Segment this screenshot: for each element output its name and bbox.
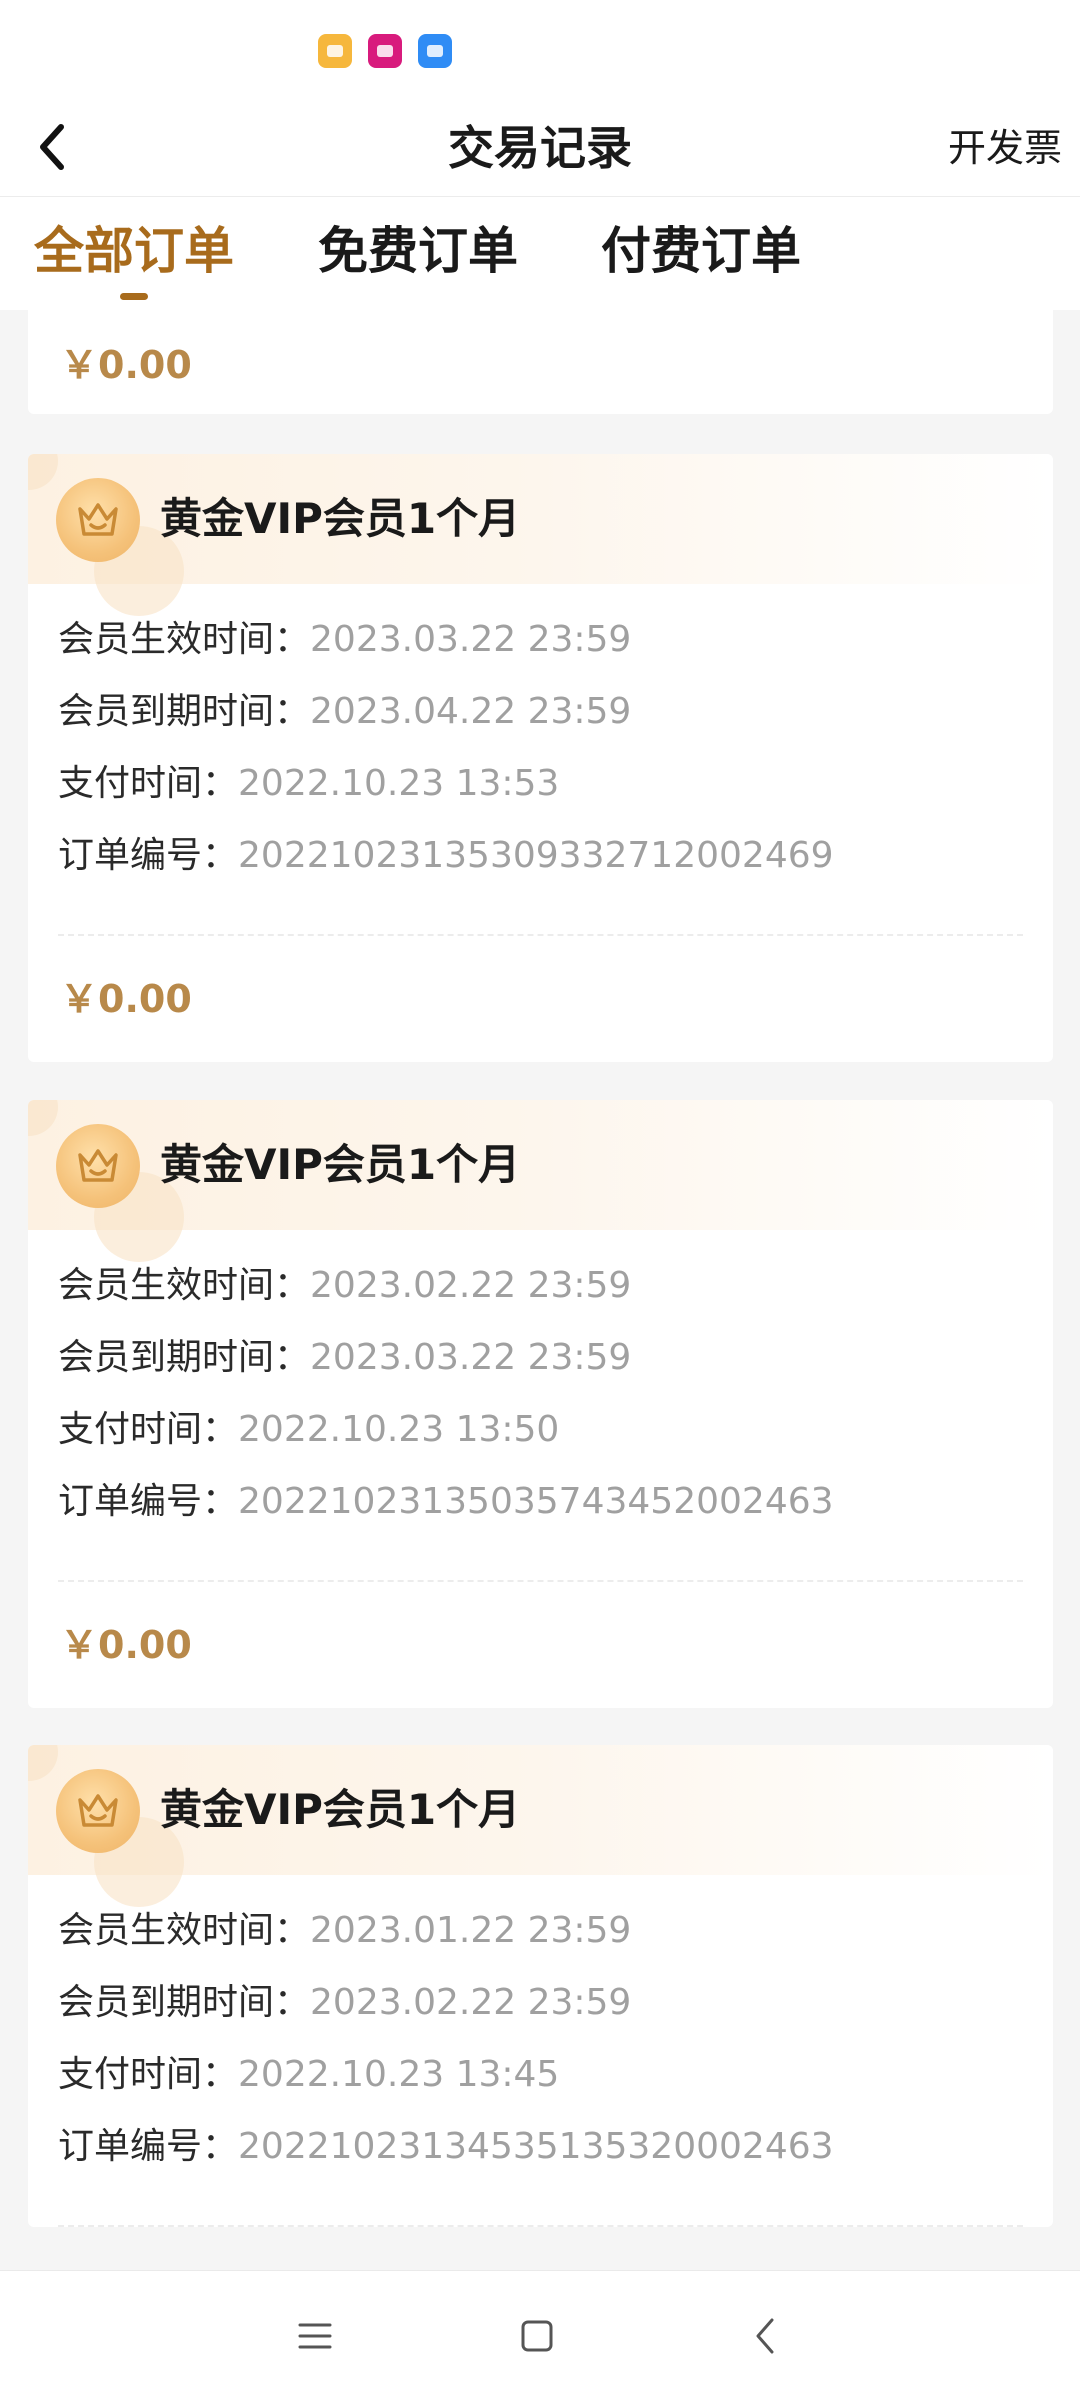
pay-time-label: 支付时间： [58,1409,239,1450]
dashed-divider [58,2225,1023,2227]
expire-time-value: 2023.02.22 23:59 [310,1982,632,2023]
translate-app-icon [418,34,452,68]
home-icon [521,2320,553,2352]
order-number-row: 订单编号：20221023135035743452002463 [58,1466,1023,1538]
expire-time-value: 2023.04.22 23:59 [310,691,632,732]
order-list[interactable]: ￥0.00 黄金VIP会员1个月 会员生效时间：2023.03.22 23:59… [0,310,1080,2270]
order-price: ￥0.00 [60,1623,192,1667]
order-card-header: 黄金VIP会员1个月 [28,1745,1053,1907]
nav-back-button[interactable] [730,2301,800,2371]
home-button[interactable] [502,2301,572,2371]
order-number-label: 订单编号： [58,2126,239,2167]
pay-time-label: 支付时间： [58,763,239,804]
order-number-value: 20221023134535135320002463 [238,2126,834,2167]
expire-time-row: 会员到期时间：2023.03.22 23:59 [58,1322,1023,1394]
order-title: 黄金VIP会员1个月 [160,1140,521,1189]
crown-icon [56,1769,140,1853]
crown-icon [56,1124,140,1208]
order-card[interactable]: 黄金VIP会员1个月 会员生效时间：2023.03.22 23:59 会员到期时… [28,454,1053,1062]
order-price: ￥0.00 [60,977,192,1021]
pay-time-value: 2022.10.23 13:45 [238,2054,560,2095]
order-card-header: 黄金VIP会员1个月 [28,454,1053,616]
tab-paid-orders[interactable]: 付费订单 [601,197,801,301]
effective-time-label: 会员生效时间： [58,619,311,660]
expire-time-label: 会员到期时间： [58,691,311,732]
pay-time-row: 支付时间：2022.10.23 13:45 [58,2039,1023,2111]
effective-time-value: 2023.01.22 23:59 [310,1910,632,1951]
pay-time-row: 支付时间：2022.10.23 13:53 [58,748,1023,820]
order-card-header: 黄金VIP会员1个月 [28,1100,1053,1262]
pay-time-label: 支付时间： [58,2054,239,2095]
order-title: 黄金VIP会员1个月 [160,494,521,543]
back-icon [756,2318,774,2354]
effective-time-row: 会员生效时间：2023.03.22 23:59 [58,604,1023,676]
notes-app-icon [318,34,352,68]
effective-time-row: 会员生效时间：2023.02.22 23:59 [58,1250,1023,1322]
order-number-row: 订单编号：20221023134535135320002463 [58,2111,1023,2183]
effective-time-value: 2023.03.22 23:59 [310,619,632,660]
status-app-icons [318,34,452,68]
invoice-button[interactable]: 开发票 [948,100,1062,196]
expire-time-label: 会员到期时间： [58,1337,311,1378]
active-tab-indicator [120,293,148,300]
menu-icon [298,2323,332,2349]
tab-bar: 全部订单 免费订单 付费订单 [0,196,1080,310]
order-price: ￥0.00 [60,343,192,387]
pay-time-value: 2022.10.23 13:50 [238,1409,560,1450]
expire-time-label: 会员到期时间： [58,1982,311,2023]
order-title: 黄金VIP会员1个月 [160,1785,521,1834]
order-number-value: 20221023135309332712002469 [238,835,834,876]
order-number-label: 订单编号： [58,1481,239,1522]
header: 交易记录 开发票 [0,100,1080,196]
order-card[interactable]: 黄金VIP会员1个月 会员生效时间：2023.02.22 23:59 会员到期时… [28,1100,1053,1708]
effective-time-label: 会员生效时间： [58,1910,311,1951]
chevron-left-icon [40,124,64,170]
order-card[interactable]: 黄金VIP会员1个月 会员生效时间：2023.01.22 23:59 会员到期时… [28,1745,1053,2227]
effective-time-value: 2023.02.22 23:59 [310,1265,632,1306]
pay-time-row: 支付时间：2022.10.23 13:50 [58,1394,1023,1466]
expire-time-row: 会员到期时间：2023.04.22 23:59 [58,676,1023,748]
order-number-value: 20221023135035743452002463 [238,1481,834,1522]
pay-time-value: 2022.10.23 13:53 [238,763,560,804]
back-button[interactable] [22,112,82,182]
shopping-app-icon [368,34,402,68]
expire-time-row: 会员到期时间：2023.02.22 23:59 [58,1967,1023,2039]
order-number-row: 订单编号：20221023135309332712002469 [58,820,1023,892]
order-card[interactable]: ￥0.00 [28,310,1053,414]
crown-icon [56,478,140,562]
effective-time-label: 会员生效时间： [58,1265,311,1306]
tab-free-orders[interactable]: 免费订单 [318,197,518,301]
page-title: 交易记录 [448,121,632,175]
order-number-label: 订单编号： [58,835,239,876]
system-nav-bar [0,2270,1080,2400]
menu-button[interactable] [280,2301,350,2371]
status-bar [0,0,1080,100]
tab-all-orders[interactable]: 全部订单 [34,197,234,301]
expire-time-value: 2023.03.22 23:59 [310,1337,632,1378]
effective-time-row: 会员生效时间：2023.01.22 23:59 [58,1895,1023,1967]
